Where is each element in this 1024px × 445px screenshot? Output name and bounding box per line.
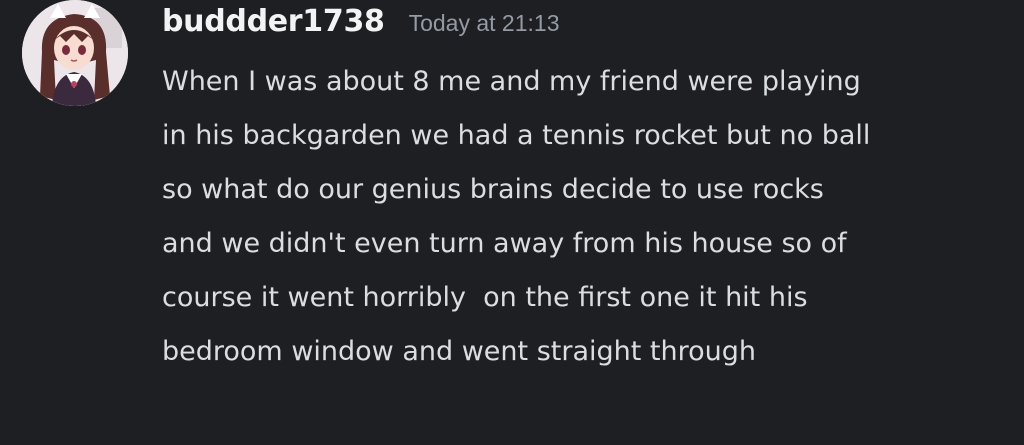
user-avatar[interactable] bbox=[22, 0, 128, 106]
avatar-image-icon bbox=[22, 0, 128, 106]
message-text-line: When I was about 8 me and my friend were… bbox=[162, 66, 861, 97]
chat-message: buddder1738 Today at 21:13 When I was ab… bbox=[0, 0, 1024, 445]
message-content: When I was about 8 me and my friend were… bbox=[162, 62, 1012, 386]
message-text-line: so what do our genius brains decide to u… bbox=[162, 174, 824, 205]
message-text-line: bedroom window and went straight through bbox=[162, 336, 756, 367]
message-text-line: and we didn't even turn away from his ho… bbox=[162, 228, 847, 259]
message-text-line: in his backgarden we had a tennis rocket… bbox=[162, 120, 871, 151]
message-timestamp: Today at 21:13 bbox=[408, 10, 560, 36]
username[interactable]: buddder1738 bbox=[162, 4, 385, 39]
message-text-line: course it went horribly on the first one… bbox=[162, 282, 808, 313]
message-header: buddder1738 Today at 21:13 bbox=[162, 4, 560, 39]
